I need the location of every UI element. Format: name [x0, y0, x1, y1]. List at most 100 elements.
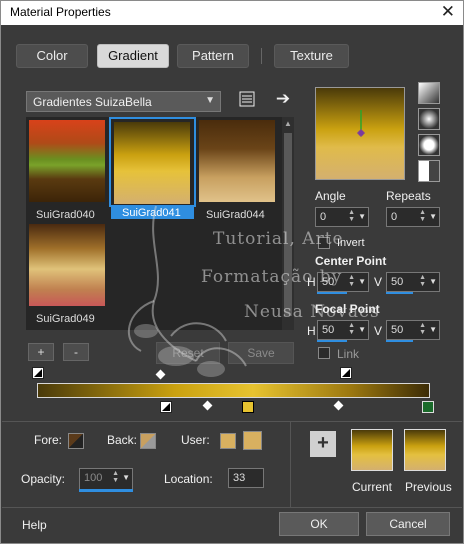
gradient-set-dropdown[interactable]: Gradientes SuizaBella ▼ [26, 91, 221, 112]
spinner-arrows-icon[interactable]: ▲ ▼ [112, 470, 119, 484]
focal-v-slider[interactable] [386, 340, 413, 342]
focal-v-value: 50 [391, 324, 404, 336]
spinner-arrows-icon[interactable]: ▲ ▼ [348, 209, 355, 223]
back-label: Back: [107, 433, 138, 447]
gradient-thumb[interactable]: SuiGrad040 [26, 117, 106, 221]
fore-label: Fore: [34, 433, 63, 447]
location-value: 33 [233, 472, 246, 484]
spinner-arrows-icon[interactable]: ▲ ▼ [348, 322, 355, 336]
gradient-thumb-selected[interactable]: SuiGrad041 [109, 117, 196, 219]
center-v-input[interactable]: 50 ▲ ▼ ▼ [386, 272, 440, 292]
chevron-down-icon[interactable]: ▼ [429, 277, 437, 286]
repeats-value: 0 [391, 211, 398, 223]
chevron-down-icon[interactable]: ▼ [429, 325, 437, 334]
divider [290, 422, 291, 507]
add-gradient-button[interactable]: + [28, 343, 54, 361]
link-label: Link [337, 347, 360, 361]
focal-h-value: 50 [322, 324, 335, 336]
current-label: Current [352, 480, 393, 494]
chevron-down-icon: ▼ [205, 95, 215, 106]
arrow-right-icon[interactable]: ➔ [273, 89, 293, 109]
opacity-stop-left[interactable] [32, 367, 44, 379]
color-stop[interactable] [160, 401, 172, 413]
remove-gradient-button[interactable]: - [63, 343, 89, 361]
spinner-arrows-icon[interactable]: ▲ ▼ [348, 274, 355, 288]
focal-h-input[interactable]: 50 ▲ ▼ ▼ [317, 320, 369, 340]
opacity-value: 100 [84, 472, 103, 484]
user-color-large-swatch[interactable] [243, 431, 262, 450]
user-color-swatch[interactable] [220, 433, 236, 449]
previous-swatch[interactable] [404, 429, 446, 471]
sunburst-gradient-style-button[interactable] [418, 160, 440, 182]
opacity-label: Opacity: [21, 472, 66, 486]
add-swatch-button[interactable]: + [310, 431, 336, 457]
center-v-slider[interactable] [386, 292, 413, 294]
material-properties-dialog: Material Properties ✕ Color Gradient Pat… [0, 0, 464, 544]
color-stop-end[interactable] [422, 401, 434, 413]
link-checkbox[interactable] [318, 347, 330, 359]
scrollbar-thumb[interactable] [284, 133, 292, 316]
current-swatch [351, 429, 393, 471]
gradient-label: SuiGrad040 [36, 209, 95, 221]
ok-button[interactable]: OK [279, 512, 359, 536]
angle-input[interactable]: 0 ▲ ▼ ▼ [315, 207, 369, 227]
center-v-label: V [374, 275, 383, 289]
focal-h-slider[interactable] [317, 340, 347, 342]
opacity-stop-right[interactable] [340, 367, 352, 379]
focal-v-input[interactable]: 50 ▲ ▼ ▼ [386, 320, 440, 340]
color-midpoint-marker[interactable] [202, 400, 213, 411]
chevron-down-icon[interactable]: ▼ [358, 212, 366, 221]
title-bar: Material Properties ✕ [1, 1, 463, 25]
tab-gradient[interactable]: Gradient [97, 44, 169, 68]
back-color-swatch[interactable] [140, 433, 156, 449]
repeats-label: Repeats [386, 189, 431, 203]
close-icon[interactable]: ✕ [441, 2, 455, 22]
cancel-button[interactable]: Cancel [366, 512, 450, 536]
spinner-arrows-icon[interactable]: ▲ ▼ [419, 322, 426, 336]
tab-color[interactable]: Color [16, 44, 88, 68]
divider [2, 421, 462, 422]
location-input[interactable]: 33 [228, 468, 264, 488]
gradient-set-value: Gradientes SuizaBella [33, 95, 152, 109]
rectangular-gradient-style-button[interactable] [418, 108, 440, 130]
gradient-thumb[interactable]: SuiGrad049 [26, 221, 106, 325]
location-label: Location: [164, 472, 213, 486]
tab-pattern[interactable]: Pattern [177, 44, 249, 68]
gradient-swatch [114, 122, 190, 204]
tab-texture[interactable]: Texture [274, 44, 349, 68]
previous-label: Previous [405, 480, 452, 494]
chevron-down-icon[interactable]: ▼ [429, 212, 437, 221]
radial-gradient-style-button[interactable] [418, 134, 440, 156]
focal-h-label: H [307, 324, 316, 338]
color-stop-selected[interactable] [242, 401, 254, 413]
angle-label: Angle [315, 189, 346, 203]
angle-value: 0 [320, 211, 327, 223]
center-point-handle-icon [357, 110, 365, 137]
color-midpoint-marker[interactable] [333, 400, 344, 411]
window-title: Material Properties [10, 5, 111, 19]
gradient-preview[interactable] [315, 87, 405, 180]
divider [2, 507, 462, 508]
spinner-arrows-icon[interactable]: ▲ ▼ [419, 274, 426, 288]
help-link[interactable]: Help [22, 518, 47, 532]
chevron-down-icon[interactable]: ▼ [358, 325, 366, 334]
gradient-label: SuiGrad049 [36, 313, 95, 325]
chevron-down-icon[interactable]: ▼ [122, 473, 130, 482]
center-point-label: Center Point [315, 254, 387, 268]
gradient-list-icon[interactable] [237, 91, 257, 111]
fore-color-swatch[interactable] [68, 433, 84, 449]
center-h-slider[interactable] [317, 292, 347, 294]
opacity-slider[interactable] [79, 489, 133, 492]
chevron-down-icon[interactable]: ▼ [358, 277, 366, 286]
user-label: User: [181, 433, 210, 447]
linear-gradient-style-button[interactable] [418, 82, 440, 104]
opacity-input[interactable]: 100 ▲ ▼ ▼ [79, 468, 133, 490]
gradient-swatch [29, 224, 105, 306]
repeats-input[interactable]: 0 ▲ ▼ ▼ [386, 207, 440, 227]
gradient-thumb[interactable]: SuiGrad044 [196, 117, 276, 221]
spinner-arrows-icon[interactable]: ▲ ▼ [419, 209, 426, 223]
scroll-up-icon[interactable]: ▲ [282, 119, 294, 129]
gradient-swatch [199, 120, 275, 202]
center-v-value: 50 [391, 276, 404, 288]
floral-watermark-icon [127, 205, 247, 377]
